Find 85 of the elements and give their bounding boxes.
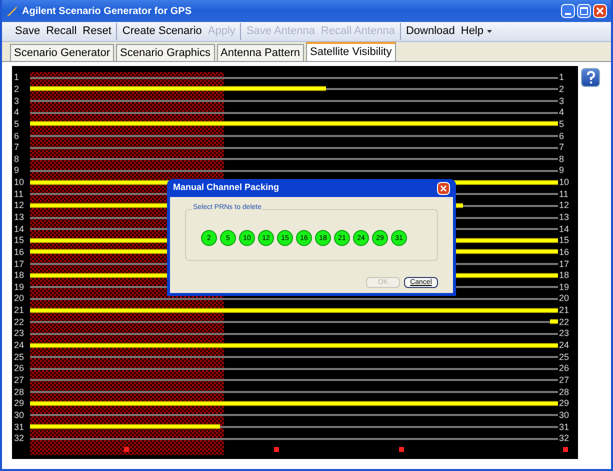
channel-number: 14	[558, 224, 570, 234]
channel-number: 24	[13, 341, 26, 350]
channel-number: 1	[558, 73, 566, 82]
channel-number: 25	[13, 352, 26, 362]
toolbar-button[interactable]: Help	[460, 23, 492, 40]
channel-number: 18	[13, 271, 26, 280]
channel-number: 10	[13, 178, 26, 188]
maximize-button[interactable]	[577, 4, 591, 18]
tab[interactable]: Scenario Graphics	[116, 44, 214, 61]
channel-number: 31	[13, 422, 26, 432]
channel-number: 16	[558, 248, 570, 257]
channel-number: 32	[13, 434, 26, 444]
help-button[interactable]	[581, 68, 600, 87]
channel-number: 2	[13, 84, 20, 94]
channel-number: 32	[558, 434, 570, 444]
channel-number: 10	[558, 178, 570, 188]
close-button[interactable]	[437, 182, 450, 194]
channel-number: 8	[13, 154, 20, 164]
channel-number: 26	[558, 364, 570, 374]
dialog-title: Manual Channel Packing	[173, 181, 280, 194]
channel-number: 27	[13, 376, 26, 385]
channel-number: 3	[13, 96, 20, 106]
channel-number: 13	[13, 213, 26, 222]
channel-number: 28	[13, 388, 26, 397]
channel-number: 22	[558, 318, 570, 327]
toolbar-button[interactable]: Reset	[82, 23, 112, 40]
channel-number: 21	[13, 306, 26, 316]
channel-number: 1	[13, 73, 20, 82]
channel-number: 4	[558, 108, 566, 118]
channel-number: 12	[558, 201, 570, 210]
channel-number: 29	[558, 399, 570, 408]
tab[interactable]: Satellite Visibility	[306, 42, 396, 61]
channel-number: 24	[558, 341, 570, 350]
question-icon	[586, 71, 596, 84]
channel-number: 30	[558, 410, 570, 420]
channel-number: 17	[558, 260, 570, 269]
channel-number: 22	[13, 318, 26, 327]
tab[interactable]: Scenario Generator	[10, 44, 114, 61]
channel-number: 21	[558, 306, 570, 316]
channel-number: 20	[558, 294, 570, 304]
channel-number: 3	[558, 96, 566, 106]
channel-number: 6	[558, 132, 566, 141]
channel-number: 9	[558, 166, 566, 176]
channel-number: 30	[13, 410, 26, 420]
channel-number: 9	[13, 166, 20, 176]
toolbar-button[interactable]: Create Scenario	[122, 23, 202, 40]
channel-number: 26	[13, 364, 26, 374]
channel-number: 13	[558, 213, 570, 222]
channel-number: 11	[13, 190, 24, 199]
channel-number: 23	[13, 329, 26, 338]
close-icon	[440, 184, 447, 192]
channel-number: 19	[558, 282, 570, 292]
tab[interactable]: Antenna Pattern	[216, 44, 304, 61]
channel-number: 7	[558, 143, 566, 152]
channel-number: 5	[13, 120, 20, 129]
window-title: Agilent Scenario Generator for GPS	[22, 4, 192, 18]
channel-number: 15	[558, 236, 570, 246]
channel-number: 23	[558, 329, 570, 338]
close-icon	[596, 7, 604, 15]
close-button[interactable]	[593, 4, 607, 18]
channel-number: 11	[558, 190, 570, 199]
channel-number: 20	[13, 294, 26, 304]
channel-number: 16	[13, 248, 26, 257]
channel-number: 31	[558, 422, 570, 432]
channel-number: 28	[558, 388, 570, 397]
toolbar-button[interactable]: Download	[406, 23, 455, 40]
channel-number: 14	[13, 224, 26, 234]
toolbar-button[interactable]: Recall	[46, 23, 77, 40]
channel-number: 6	[13, 132, 20, 141]
channel-number: 15	[13, 236, 26, 246]
toolbar-button[interactable]: Save	[15, 23, 40, 40]
channel-number: 2	[558, 84, 566, 94]
channel-number: 8	[558, 154, 566, 164]
channel-number: 5	[558, 120, 566, 129]
minimize-button[interactable]	[561, 4, 575, 18]
channel-number: 18	[558, 271, 570, 280]
channel-number: 27	[558, 376, 570, 385]
channel-number: 4	[13, 108, 20, 118]
channel-number: 25	[558, 352, 570, 362]
channel-number: 19	[13, 282, 26, 292]
app-icon	[6, 5, 18, 17]
channel-number: 29	[13, 399, 26, 408]
channel-number: 12	[13, 201, 26, 210]
channel-number: 7	[13, 143, 20, 152]
channel-number: 17	[13, 260, 26, 269]
